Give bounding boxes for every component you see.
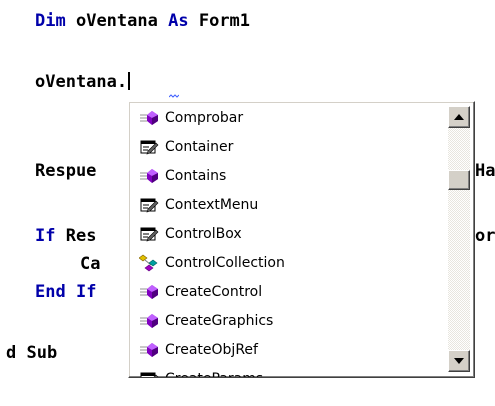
code-line-3: Respue xyxy=(35,161,96,181)
property-icon xyxy=(133,370,165,377)
method-icon xyxy=(133,283,165,301)
completion-item[interactable]: ContextMenu xyxy=(133,192,443,218)
completion-item-label: Contains xyxy=(165,168,227,184)
method-icon xyxy=(133,341,165,359)
arrow-down-icon xyxy=(454,358,464,364)
method-icon xyxy=(133,312,165,330)
code-fragment: Res xyxy=(55,226,97,246)
completion-item-label: ControlCollection xyxy=(165,255,285,271)
property-icon xyxy=(133,196,165,214)
end-sub-statement: d Sub xyxy=(6,343,58,363)
completion-item[interactable]: Comprobar xyxy=(133,105,443,131)
completion-item-label: ContextMenu xyxy=(165,197,259,213)
intellisense-popup[interactable]: Comprobar Container Contains ContextMenu Con… xyxy=(128,101,475,378)
identifier-oventana: oVentana xyxy=(75,11,158,31)
code-line-4-tail: or xyxy=(475,226,495,246)
keyword-as: As xyxy=(168,11,189,31)
code-fragment-tail: Ha xyxy=(475,161,495,181)
keyword-if: If xyxy=(75,282,97,302)
method-icon xyxy=(133,109,165,127)
completion-item-label: ControlBox xyxy=(165,226,242,242)
completion-list[interactable]: Comprobar Container Contains ContextMenu Con… xyxy=(133,105,443,377)
arrow-up-icon xyxy=(454,114,464,120)
code-fragment: Respue xyxy=(35,161,97,181)
completion-item[interactable]: CreateGraphics xyxy=(133,308,443,334)
completion-item[interactable]: CreateParams xyxy=(133,366,443,377)
scroll-down-button[interactable] xyxy=(448,350,470,372)
code-fragment-tail: or xyxy=(475,226,495,246)
code-fragment: Ca xyxy=(80,254,101,274)
scroll-up-button[interactable] xyxy=(448,106,470,128)
code-line-6: End If xyxy=(35,282,96,302)
completion-item-label: CreateObjRef xyxy=(165,342,258,358)
text-caret xyxy=(128,72,131,90)
property-icon xyxy=(133,225,165,243)
code-line-3-tail: Ha xyxy=(475,161,495,181)
completion-item[interactable]: ControlCollection xyxy=(133,250,443,276)
member-access-expression: oVentana. xyxy=(35,72,128,92)
code-line-5: Ca xyxy=(80,254,100,274)
code-line-7: d Sub xyxy=(6,343,57,363)
error-squiggle xyxy=(169,94,179,98)
code-editor[interactable]: Dim oVentana As Form1 oVentana. Respue H… xyxy=(0,0,495,406)
property-icon xyxy=(133,138,165,156)
scrollbar-thumb[interactable] xyxy=(448,170,470,190)
code-line-4: If Res xyxy=(35,226,96,246)
code-line-2: oVentana. xyxy=(35,72,131,92)
completion-item-label: CreateParams xyxy=(165,371,263,377)
keyword-end: End xyxy=(35,282,66,302)
completion-item[interactable]: CreateObjRef xyxy=(133,337,443,363)
completion-item[interactable]: ControlBox xyxy=(133,221,443,247)
completion-item[interactable]: Container xyxy=(133,134,443,160)
method-icon xyxy=(133,167,165,185)
completion-item-label: Comprobar xyxy=(165,110,244,126)
completion-item-label: CreateGraphics xyxy=(165,313,274,329)
class-icon xyxy=(133,254,165,272)
code-line-1: Dim oVentana As Form1 xyxy=(35,11,250,31)
completion-item-label: Container xyxy=(165,139,234,155)
keyword-dim: Dim xyxy=(35,11,66,31)
keyword-if: If xyxy=(35,226,56,246)
completion-item[interactable]: CreateControl xyxy=(133,279,443,305)
type-form1: Form1 xyxy=(198,11,251,31)
completion-item-label: CreateControl xyxy=(165,284,263,300)
completion-item[interactable]: Contains xyxy=(133,163,443,189)
vertical-scrollbar[interactable] xyxy=(448,106,470,372)
